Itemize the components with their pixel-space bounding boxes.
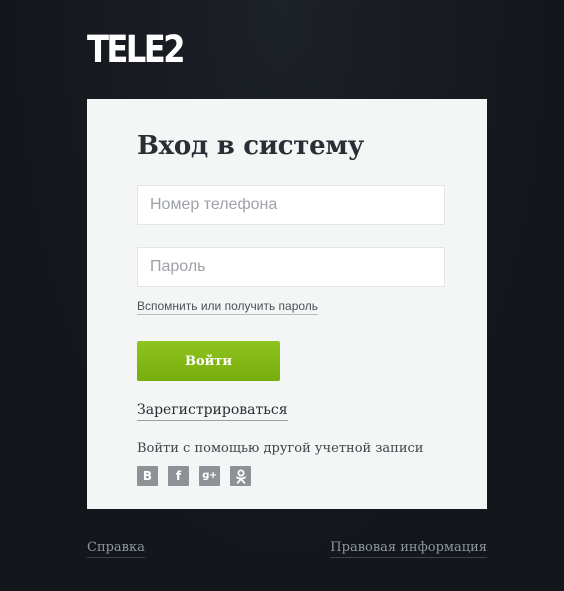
phone-input[interactable] — [137, 185, 445, 225]
odnoklassniki-glyph — [235, 469, 246, 484]
social-login-buttons: В f g+ — [137, 466, 261, 486]
svg-text:TELE2: TELE2 — [87, 29, 183, 65]
social-login-caption: Войти с помощью другой учетной записи — [137, 441, 424, 456]
tele2-logo: TELE2 — [87, 29, 186, 65]
page-title: Вход в систему — [137, 131, 364, 161]
vk-icon[interactable]: В — [137, 466, 158, 486]
password-input[interactable] — [137, 247, 445, 287]
legal-info-link[interactable]: Правовая информация — [330, 540, 487, 558]
google-plus-icon[interactable]: g+ — [199, 466, 220, 486]
register-link[interactable]: Зарегистрироваться — [137, 402, 288, 421]
help-link[interactable]: Справка — [87, 540, 145, 558]
facebook-icon[interactable]: f — [168, 466, 189, 486]
login-card: Вход в систему Вспомнить или получить па… — [87, 99, 487, 509]
login-button[interactable]: Войти — [137, 341, 280, 381]
recover-password-link[interactable]: Вспомнить или получить пароль — [137, 299, 319, 315]
odnoklassniki-icon[interactable] — [230, 466, 251, 486]
